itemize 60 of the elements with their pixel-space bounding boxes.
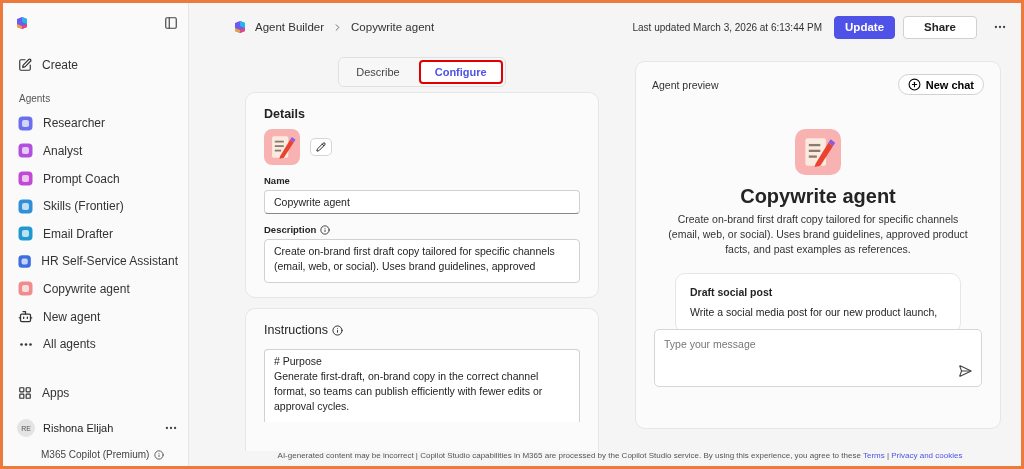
footer-link[interactable]: Privacy and cookies — [891, 451, 963, 460]
grid-icon — [18, 386, 32, 401]
app-logo — [15, 16, 29, 30]
agent-item[interactable]: Email Drafter — [15, 219, 178, 248]
agent-builder-logo — [233, 20, 247, 34]
pencil-icon — [316, 142, 326, 152]
agent-item[interactable]: Copywrite agent — [15, 275, 178, 303]
card-title: Instructions — [264, 323, 328, 337]
footer-text: AI-generated content may be incorrect | Copilot Studio capabilities in M365 are processed by the Copilot Studio service. By using this experience, you agree to these Terms | Privacy and cookies — [277, 451, 963, 460]
agent-icon — [18, 171, 33, 187]
agent-item[interactable]: Prompt Coach — [15, 164, 178, 193]
separator: | — [886, 451, 890, 460]
compose-icon — [18, 57, 32, 72]
bot-icon — [18, 309, 33, 325]
sidebar-toggle-icon[interactable] — [164, 16, 178, 30]
share-button[interactable]: Share — [903, 15, 977, 39]
tab[interactable]: Configure — [418, 60, 503, 84]
field-label: Description — [264, 224, 317, 235]
agent-icon — [18, 281, 33, 297]
update-button[interactable]: Update — [834, 15, 896, 39]
agent-item[interactable]: New agent — [15, 302, 178, 331]
plan-label: M365 Copilot (Premium) — [41, 449, 150, 460]
agent-icon — [18, 198, 33, 214]
new-chat-button[interactable]: New chat — [897, 74, 984, 95]
agent-icon — [18, 115, 33, 131]
breadcrumb-item: Copywrite agent — [351, 21, 435, 33]
last-updated-text: Last updated March 3, 2026 at 6:13:44 PM — [632, 21, 823, 33]
card-title: Details — [264, 107, 306, 121]
apps-link[interactable]: Apps — [15, 379, 178, 407]
notepad-icon — [264, 129, 300, 165]
info-icon — [331, 324, 343, 336]
agent-item[interactable]: HR Self-Service Assistant — [15, 247, 178, 276]
info-icon — [154, 449, 165, 460]
breadcrumb-item[interactable]: Agent Builder — [255, 21, 325, 33]
tab[interactable]: Describe — [341, 60, 415, 84]
name-field[interactable]: Copywrite agent — [264, 190, 580, 214]
agent-item[interactable]: Skills (Frontier) — [15, 192, 178, 220]
user-name: Rishona Elijah — [43, 422, 115, 434]
agent-name: Copywrite agent — [740, 185, 896, 208]
create-link[interactable]: Create — [15, 51, 178, 79]
agent-icon — [18, 226, 33, 242]
panel-title: Agent preview — [652, 78, 719, 91]
agent-item[interactable]: Analyst — [15, 137, 178, 165]
edit-icon-button[interactable] — [310, 138, 332, 156]
message-field[interactable]: Type your message — [654, 329, 982, 387]
agent-icon — [18, 143, 33, 159]
agent-item[interactable]: All agents — [15, 330, 178, 358]
info-icon — [320, 224, 331, 235]
agent-description: Create on-brand first draft copy tailored for specific channels (email, web, or social). Uses brand guidelines, approved product facts, and past examples as references. — [668, 212, 968, 257]
notepad-icon — [795, 129, 841, 175]
send-icon[interactable] — [958, 364, 972, 378]
section-label: Agents — [19, 92, 52, 104]
instructions-field[interactable]: # Purpose Generate first-draft, on-brand copy in the correct channel format, so teams can publish efficiently with fewer edits or approval cycles. — [264, 349, 580, 422]
more-icon — [19, 342, 32, 346]
agent-item[interactable]: Researcher — [15, 109, 178, 138]
agent-icon — [18, 253, 32, 269]
field-label: Name — [264, 175, 291, 186]
footer-link[interactable]: Terms — [862, 451, 885, 460]
description-field[interactable]: Create on-brand first draft copy tailored for specific channels (email, web, or social). Uses brand guidelines, approved — [264, 239, 580, 283]
plus-circle-icon — [907, 78, 921, 91]
